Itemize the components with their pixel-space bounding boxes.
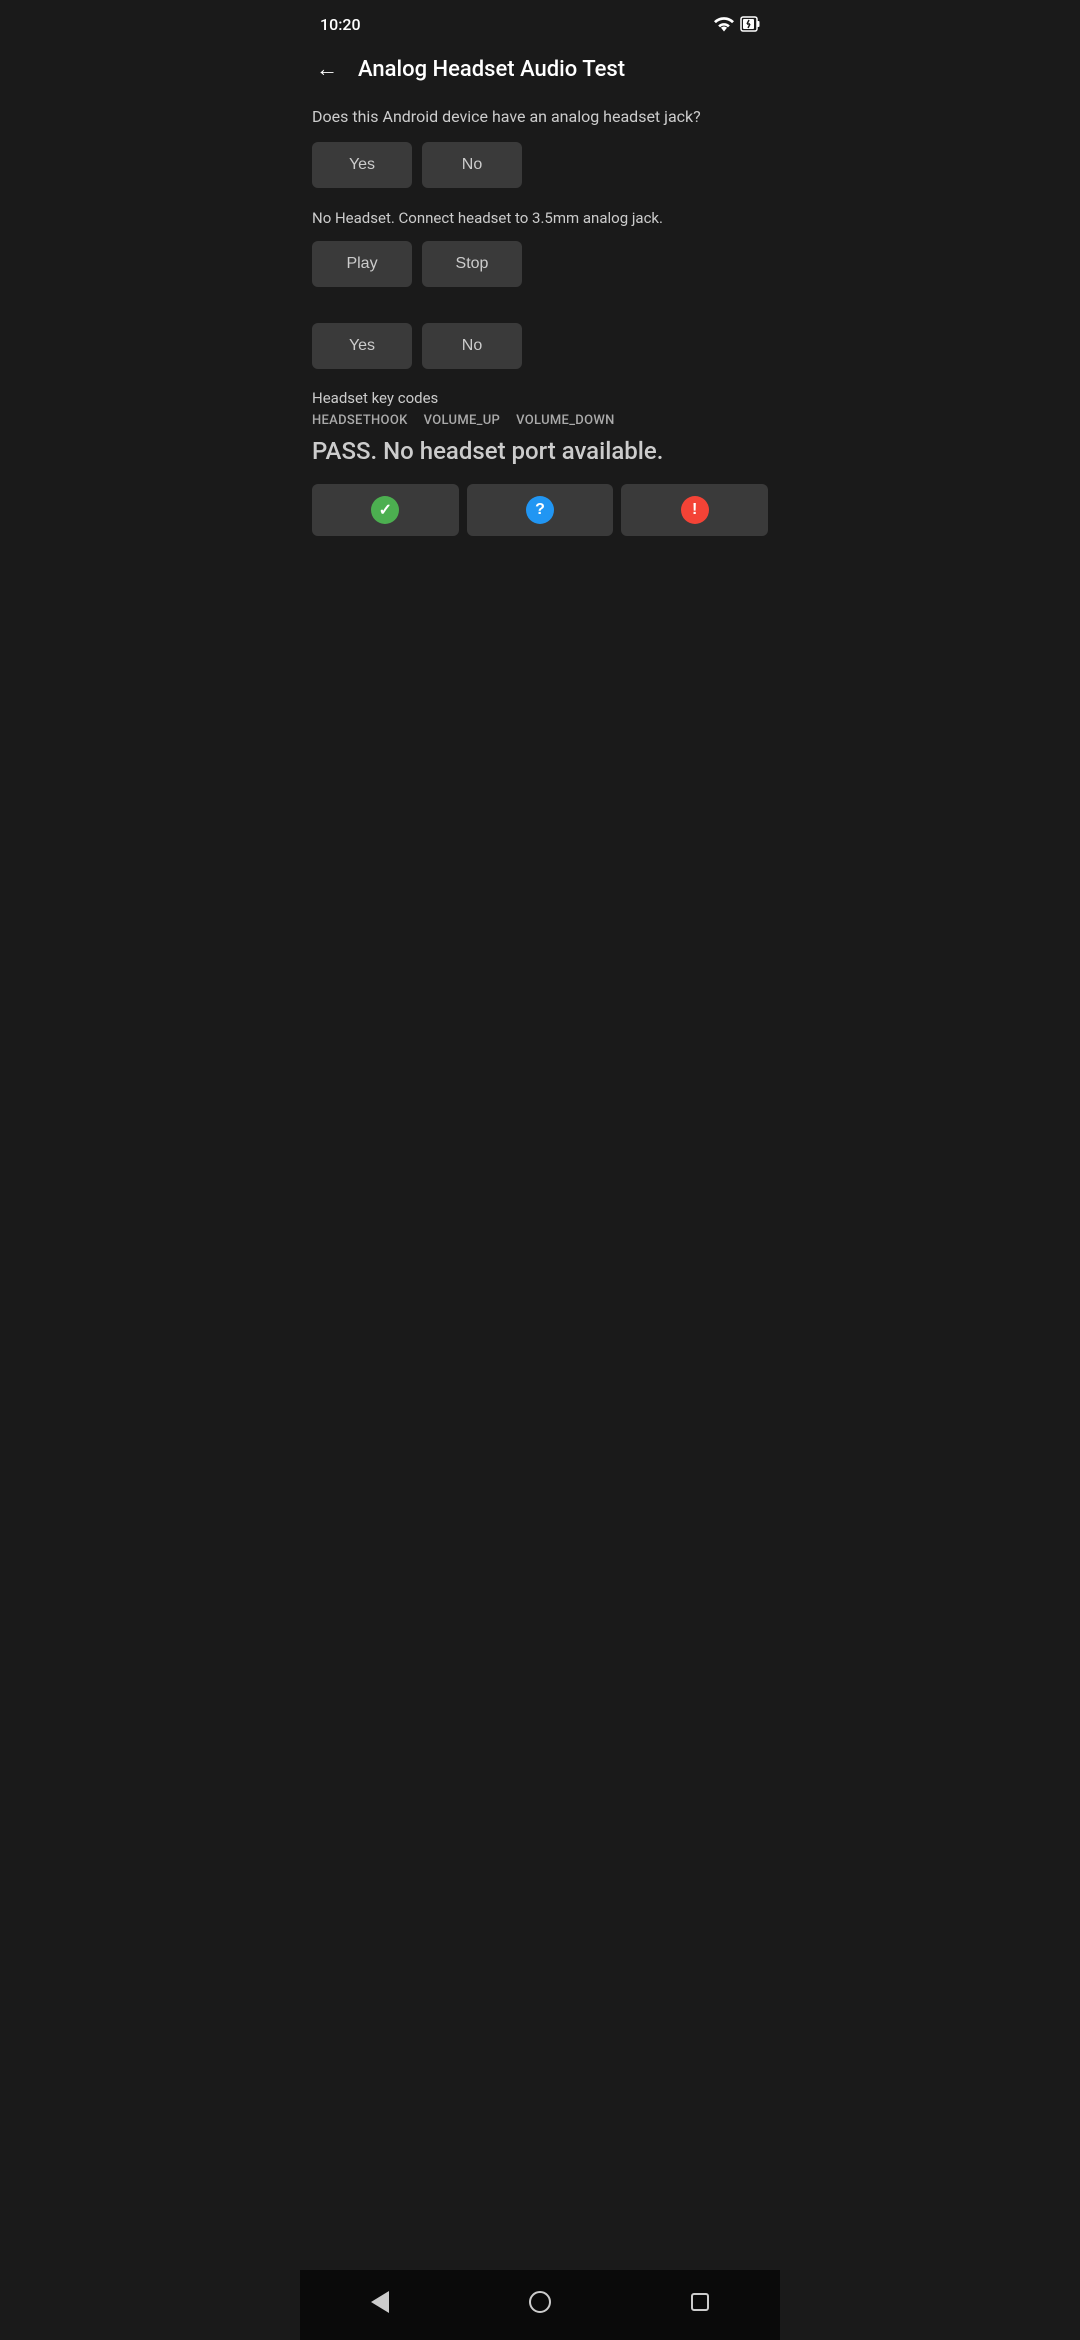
- key-codes-title: Headset key codes: [312, 389, 768, 407]
- result-buttons: ✓ ? !: [312, 484, 768, 536]
- page-title: Analog Headset Audio Test: [358, 57, 625, 82]
- status-icons: [714, 15, 760, 33]
- nav-home-button[interactable]: [515, 2284, 565, 2320]
- battery-icon: [740, 15, 760, 33]
- nav-bar: [300, 2270, 780, 2340]
- home-circle-icon: [529, 2291, 551, 2313]
- pass-icon: ✓: [371, 496, 399, 524]
- fail-icon: !: [681, 496, 709, 524]
- play-button[interactable]: Play: [312, 241, 412, 287]
- content: Does this Android device have an analog …: [300, 98, 780, 1417]
- wifi-icon: [714, 16, 734, 32]
- back-triangle-icon: [371, 2291, 389, 2313]
- pass-result-button[interactable]: ✓: [312, 484, 459, 536]
- question-result-button[interactable]: ?: [467, 484, 614, 536]
- no-button-1[interactable]: No: [422, 142, 522, 188]
- status-time: 10:20: [320, 15, 361, 34]
- key-codes-section: Headset key codes HEADSETHOOK VOLUME_UP …: [312, 389, 768, 428]
- yes-button-2[interactable]: Yes: [312, 323, 412, 369]
- fail-result-button[interactable]: !: [621, 484, 768, 536]
- yes-no-row-2: Yes No: [312, 323, 768, 369]
- divider-1: [312, 307, 768, 323]
- question-text: Does this Android device have an analog …: [312, 106, 768, 128]
- top-bar: ← Analog Headset Audio Test: [300, 44, 780, 98]
- key-code-volume-down: VOLUME_DOWN: [516, 413, 614, 428]
- recents-square-icon: [691, 2293, 709, 2311]
- status-bar: 10:20: [300, 0, 780, 44]
- question-icon: ?: [526, 496, 554, 524]
- key-code-volume-up: VOLUME_UP: [424, 413, 501, 428]
- info-text: No Headset. Connect headset to 3.5mm ana…: [312, 208, 768, 229]
- yes-no-row-1: Yes No: [312, 142, 768, 188]
- back-button[interactable]: ←: [316, 56, 338, 82]
- key-code-headsethook: HEADSETHOOK: [312, 413, 408, 428]
- nav-recents-button[interactable]: [675, 2284, 725, 2320]
- key-codes-list: HEADSETHOOK VOLUME_UP VOLUME_DOWN: [312, 413, 768, 428]
- play-stop-row: Play Stop: [312, 241, 768, 287]
- spacer: [300, 1417, 780, 2270]
- stop-button[interactable]: Stop: [422, 241, 522, 287]
- pass-text: PASS. No headset port available.: [312, 436, 768, 467]
- no-button-2[interactable]: No: [422, 323, 522, 369]
- nav-back-button[interactable]: [355, 2284, 405, 2320]
- yes-button-1[interactable]: Yes: [312, 142, 412, 188]
